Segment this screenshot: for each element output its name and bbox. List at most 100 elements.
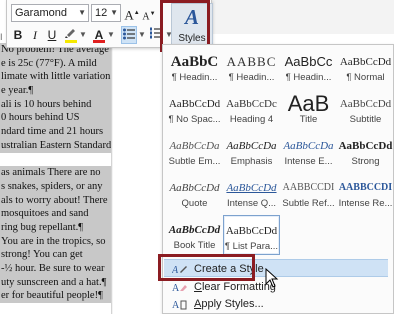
style-preview: AaBbCcDd [338,140,393,152]
bullets-button[interactable] [121,26,137,44]
style-preview: AaBbCcDc [226,98,277,110]
style-preview: AaBbCcDd [168,98,221,110]
chevron-down-icon[interactable]: ▼ [110,5,118,21]
svg-text:A: A [172,283,180,294]
document-line[interactable]: strong! You can get [0,248,111,262]
document-line[interactable]: uty sunscreen and a hat.¶ [0,275,111,290]
style-tile[interactable]: AaBbCcDd Strong [337,131,394,171]
document-line[interactable] [0,153,111,167]
shrink-font-button[interactable]: A▼ [141,5,157,23]
style-preview: AaBbCcDd [225,225,278,237]
apply-styles-command[interactable]: A Apply Styles... [164,295,388,313]
document-line[interactable]: You are in the tropics, so [0,234,111,249]
chevron-down-icon[interactable]: ▼ [138,26,146,44]
clear-formatting-command[interactable]: A Clear Formatting [164,278,388,296]
clear-formatting-label: Clear Formatting [194,281,276,293]
style-tile[interactable]: AaBbCcDd ¶ List Para... [223,215,280,255]
font-size-combo[interactable]: 12 ▼ [91,4,121,22]
document-line[interactable]: ring bug repellant.¶ [0,220,111,235]
style-preview: AaB [287,93,330,115]
style-tile[interactable]: AaBbCcDc Heading 4 [223,89,280,129]
create-style-icon: A [171,262,188,276]
style-preview: AaBbC [170,54,219,70]
style-tile[interactable]: AABBCCDI Intense Re... [337,173,394,213]
document-line[interactable]: mosquitoes and sand [0,207,111,221]
clear-formatting-icon: A [172,280,188,294]
create-a-style-command[interactable]: A Create a Style [164,259,388,277]
styles-icon: A [184,5,199,29]
style-name: Heading 4 [229,114,274,125]
document-line[interactable]: er for beautiful people!¶ [0,289,111,304]
document-line[interactable]: -½ hour. Be sure to wear [0,262,111,276]
create-a-style-label: Create a Style [194,263,264,275]
font-size-value: 12 [95,7,108,19]
chevron-down-icon[interactable]: ▼ [78,5,86,21]
style-tile[interactable]: AaB Title [280,89,337,129]
document-line[interactable]: ndard time and 21 hours [0,125,111,139]
style-tile[interactable]: AaBbCcDd ¶ No Spac... [166,89,223,129]
style-name: Subtle Em... [168,156,221,167]
style-name: Intense Re... [338,198,393,209]
style-name: Emphasis [230,156,273,167]
styles-label: Styles [178,33,206,44]
style-tile[interactable]: AaBbCcDd ¶ Normal [337,47,394,87]
svg-text:A: A [172,300,180,311]
style-name: ¶ Normal [346,72,385,83]
font-name-combo[interactable]: Garamond ▼ [11,4,89,22]
style-preview: AaBbCcDd [339,56,392,68]
style-name: Subtle Ref... [282,198,335,209]
chevron-down-icon[interactable]: ▼ [107,26,115,44]
document-line[interactable]: ali is 10 hours behind [0,97,111,112]
style-preview: AaBbCcDa [283,140,334,152]
style-name: ¶ Headin... [285,72,332,83]
style-tile[interactable]: AaBbCc ¶ Headin... [280,47,337,87]
apply-styles-label: Apply Styles... [194,298,264,310]
style-tile[interactable]: AaBbCcDa Subtle Em... [166,131,223,171]
style-name: Subtitle [349,114,382,125]
style-tile[interactable]: AaBbCcDd Intense Q... [223,173,280,213]
apply-styles-icon: A [172,297,188,311]
document-line[interactable]: ustralian Eastern Standard [0,138,111,153]
style-tile[interactable]: AaBbCcDd Quote [166,173,223,213]
style-preview: AaBbCc [284,54,333,69]
style-tile[interactable]: AABBCCDI Subtle Ref... [280,173,337,213]
document-line[interactable]: e year.¶ [0,84,111,98]
style-tile[interactable]: AaBbCcDa Emphasis [223,131,280,171]
document-line[interactable]: 0 hours behind US [0,111,111,126]
bullet-list-icon [123,28,135,40]
document-line[interactable]: e is 25c (77°F). A mild [0,56,111,71]
style-preview: AABBC [226,54,277,69]
document-line[interactable]: s snakes, spiders, or any [0,179,111,194]
numbered-list-icon [150,27,162,39]
style-preview: AaBbCcDd [169,182,220,194]
style-tile[interactable]: AaBbC ¶ Headin... [166,47,223,87]
grow-font-button[interactable]: A▲ [124,4,140,22]
underline-button[interactable]: U [44,26,60,44]
style-preview: AaBbCcDd [339,98,392,110]
style-tile[interactable]: AaBbCcDd Subtitle [337,89,394,129]
bold-button[interactable]: B [10,26,26,44]
style-preview: AaBbCcDd [168,224,221,236]
document-line[interactable]: als to worry about! There [0,193,111,208]
mini-toolbar: Garamond ▼ 12 ▼ A▲ A▼ B I U ▼ A ▼ ▼ ▼ A … [6,0,213,48]
document-line[interactable]: limate with little variation [0,70,111,85]
style-tile[interactable]: AaBbCcDd Book Title [166,215,223,255]
style-tile[interactable]: AABBC ¶ Headin... [223,47,280,87]
document-text[interactable]: No problem! The average e is 25c (77°F). … [0,43,111,304]
style-preview: AaBbCcDd [226,182,277,194]
style-name: Title [299,114,318,125]
chevron-down-icon[interactable]: ▼ [79,26,87,44]
font-color-button[interactable]: A [91,26,107,44]
style-preview: AABBCCDI [338,182,393,193]
styles-button[interactable]: A Styles [171,3,213,47]
font-color-swatch [93,40,105,43]
style-name: ¶ Headin... [228,72,275,83]
style-preview: AaBbCcDa [169,140,220,152]
style-tile[interactable]: AaBbCcDa Intense E... [280,131,337,171]
document-line[interactable]: as animals There are no [0,166,111,180]
style-name: Strong [351,156,380,167]
numbering-button[interactable] [148,26,164,44]
highlight-color-button[interactable] [63,26,79,44]
style-name: Intense Q... [226,198,277,209]
italic-button[interactable]: I [27,26,43,44]
